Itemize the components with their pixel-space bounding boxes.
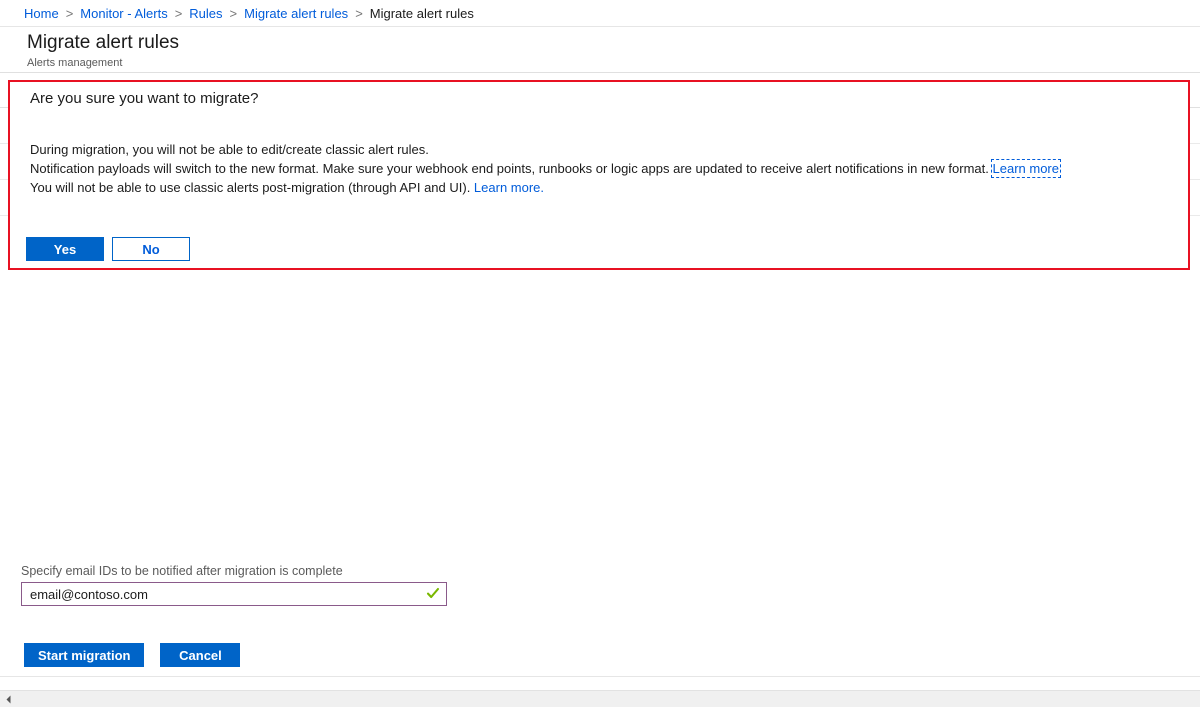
scroll-left-arrow-icon[interactable] bbox=[0, 691, 17, 707]
breadcrumb-item-monitor-alerts[interactable]: Monitor - Alerts bbox=[80, 6, 167, 21]
chevron-left-icon bbox=[6, 695, 11, 703]
breadcrumb: Home > Monitor - Alerts > Rules > Migrat… bbox=[0, 0, 1200, 27]
email-field-label: Specify email IDs to be notified after m… bbox=[21, 564, 343, 578]
scrollbar-track[interactable] bbox=[17, 690, 1200, 707]
breadcrumb-separator: > bbox=[174, 5, 183, 21]
confirm-no-button[interactable]: No bbox=[112, 237, 190, 261]
learn-more-link-payloads[interactable]: Learn more bbox=[990, 159, 1062, 178]
breadcrumb-item-home[interactable]: Home bbox=[24, 6, 59, 21]
footer-divider bbox=[0, 676, 1200, 690]
breadcrumb-item-rules[interactable]: Rules bbox=[189, 6, 222, 21]
page-subtitle: Alerts management bbox=[27, 57, 123, 69]
migrate-confirmation-panel: Are you sure you want to migrate? During… bbox=[8, 80, 1190, 270]
breadcrumb-separator: > bbox=[355, 5, 363, 21]
breadcrumb-item-migrate-alert-rules[interactable]: Migrate alert rules bbox=[244, 6, 348, 21]
azure-portal-blade: Home > Monitor - Alerts > Rules > Migrat… bbox=[0, 0, 1200, 707]
learn-more-link-classic-alerts[interactable]: Learn more. bbox=[474, 180, 544, 195]
confirmation-line-2: Notification payloads will switch to the… bbox=[30, 159, 1170, 178]
page-title: Migrate alert rules bbox=[27, 32, 180, 53]
start-migration-button[interactable]: Start migration bbox=[24, 643, 145, 667]
confirm-yes-button[interactable]: Yes bbox=[26, 237, 104, 261]
email-input[interactable] bbox=[22, 583, 446, 605]
notification-email-section: Specify email IDs to be notified after m… bbox=[21, 563, 447, 606]
email-input-wrapper[interactable] bbox=[21, 582, 447, 606]
cancel-button[interactable]: Cancel bbox=[160, 643, 241, 667]
breadcrumb-separator: > bbox=[65, 5, 74, 21]
confirmation-line-2-text: Notification payloads will switch to the… bbox=[30, 161, 993, 176]
breadcrumb-current: Migrate alert rules bbox=[369, 5, 474, 21]
confirmation-line-3: You will not be able to use classic aler… bbox=[30, 178, 1170, 197]
blade-footer-actions: Start migration Cancel bbox=[24, 643, 241, 667]
confirmation-question: Are you sure you want to migrate? bbox=[30, 90, 259, 107]
breadcrumb-separator: > bbox=[229, 5, 238, 21]
horizontal-scrollbar[interactable] bbox=[0, 690, 1200, 707]
blade-header: Migrate alert rules Alerts management bbox=[0, 27, 1200, 73]
confirmation-body: During migration, you will not be able t… bbox=[30, 140, 1170, 197]
confirmation-actions: Yes No bbox=[26, 237, 190, 261]
confirmation-line-3-text: You will not be able to use classic aler… bbox=[30, 180, 474, 195]
confirmation-line-1: During migration, you will not be able t… bbox=[30, 142, 429, 157]
